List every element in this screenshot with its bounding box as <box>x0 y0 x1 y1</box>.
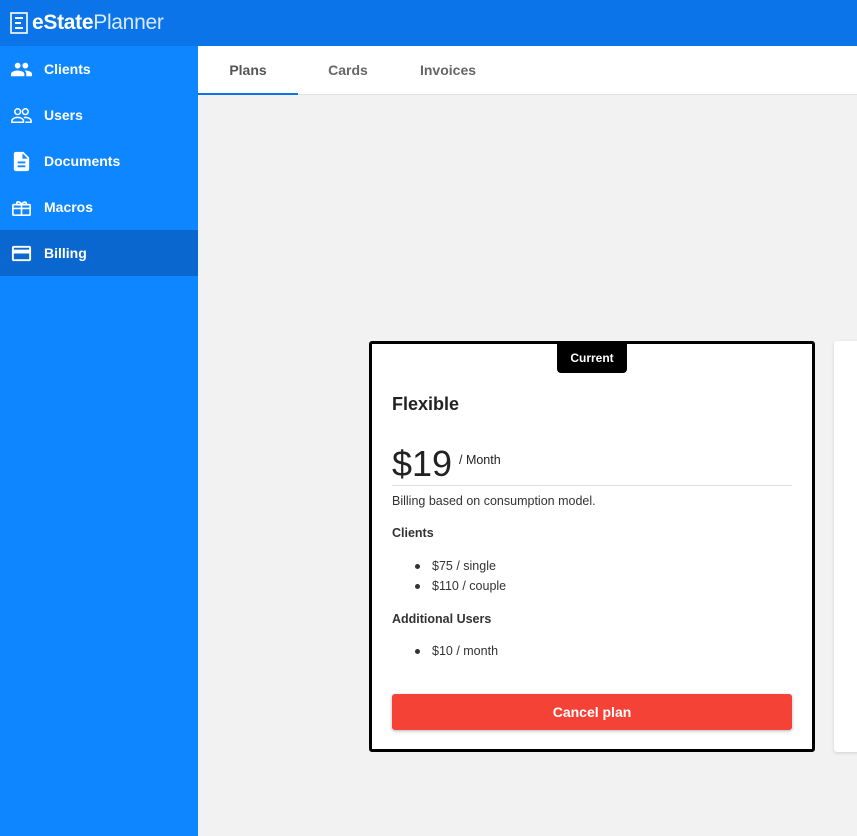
plan-card-flexible: Current Flexible $19 / Month Billing bas… <box>369 341 815 752</box>
logo-text: eStatePlanner <box>32 11 164 34</box>
people-icon <box>10 58 33 81</box>
sidebar-item-label: Clients <box>44 61 91 77</box>
plan-period: / Month <box>459 453 501 467</box>
sidebar-item-macros[interactable]: Macros <box>0 184 198 230</box>
gift-box-icon <box>10 196 33 219</box>
users-outline-icon <box>10 104 33 127</box>
list-item: $75 / single <box>412 556 506 576</box>
sidebar-item-label: Macros <box>44 199 94 215</box>
sidebar-item-documents[interactable]: Documents <box>0 138 198 184</box>
sidebar-item-label: Documents <box>44 153 121 169</box>
sidebar-item-label: Users <box>44 107 83 123</box>
sidebar-nav: Clients Users Documents Macros Billing <box>0 46 198 836</box>
document-icon <box>10 150 33 173</box>
users-pricing-list: $10 / month <box>412 641 498 661</box>
tab-plans[interactable]: Plans <box>198 46 298 95</box>
plan-description: Billing based on consumption model. <box>392 494 596 508</box>
sidebar-item-label: Billing <box>44 245 87 261</box>
list-item: $10 / month <box>412 641 498 661</box>
billing-tabs: Plans Cards Invoices <box>198 46 857 95</box>
plan-card-partial <box>834 341 857 752</box>
sidebar-item-users[interactable]: Users <box>0 92 198 138</box>
tab-cards[interactable]: Cards <box>298 46 398 94</box>
cancel-plan-button[interactable]: Cancel plan <box>392 694 792 730</box>
credit-card-icon <box>10 242 33 265</box>
current-plan-badge: Current <box>557 343 627 373</box>
tab-invoices[interactable]: Invoices <box>398 46 498 94</box>
plan-name: Flexible <box>392 394 460 414</box>
price-row: $19 / Month <box>392 444 792 486</box>
list-item: $110 / couple <box>412 576 506 596</box>
top-app-bar: eStatePlanner <box>0 0 857 46</box>
sidebar-item-clients[interactable]: Clients <box>0 46 198 92</box>
plan-price: $19 <box>392 443 453 484</box>
logo-mark-icon <box>10 12 28 34</box>
additional-users-heading: Additional Users <box>392 612 492 626</box>
app-logo[interactable]: eStatePlanner <box>10 11 164 35</box>
clients-pricing-heading: Clients <box>392 526 434 540</box>
clients-pricing-list: $75 / single $110 / couple <box>412 556 506 596</box>
sidebar-item-billing[interactable]: Billing <box>0 230 198 276</box>
